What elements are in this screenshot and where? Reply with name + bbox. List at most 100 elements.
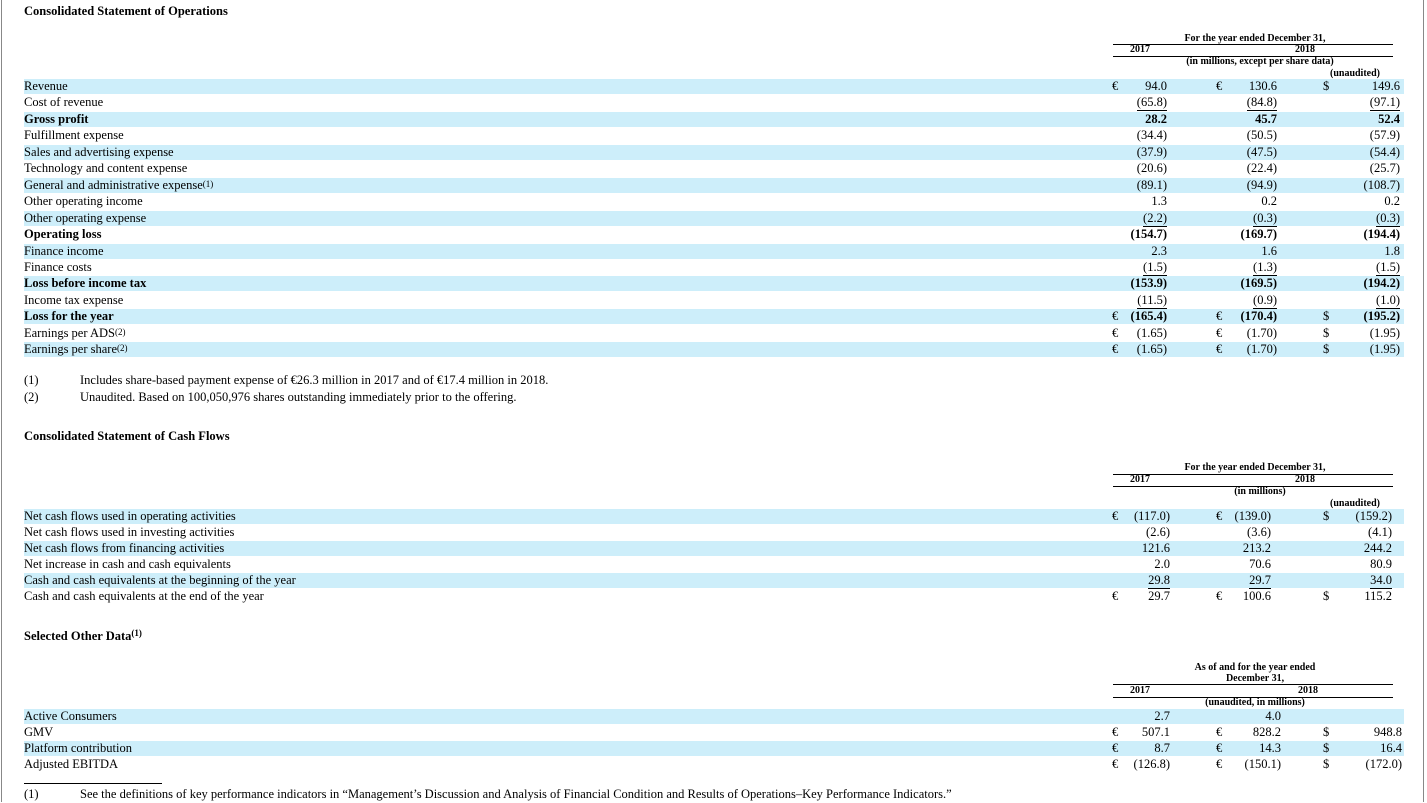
cash-year-2017: 2017 (1130, 474, 1150, 485)
other-units: (unaudited, in millions) (1205, 697, 1305, 708)
row-label: Other operating expense (24, 211, 146, 226)
cell-value: 8.7 (1154, 741, 1170, 755)
row-label: Fulfillment expense (24, 128, 124, 143)
table-row: Other operating income 1.3 0.2 0.2 (24, 194, 1404, 209)
table-row: GMV €507.1 €828.2 $948.8 (24, 725, 1404, 740)
row-label-text: Net cash flows used in investing activit… (24, 525, 235, 539)
cell-value: 121.6 (1141, 541, 1170, 555)
table-row: Net increase in cash and cash equivalent… (24, 557, 1404, 572)
row-label-text: Earnings per ADS (24, 325, 115, 340)
footnote-number: (2) (24, 390, 39, 404)
row-label-text: Technology and content expense (24, 161, 188, 176)
cell-value: 1.8 (1384, 243, 1400, 258)
table-row: Net cash flows used in investing activit… (24, 525, 1404, 540)
cell-value: (139.0) (1234, 509, 1271, 523)
table-row: Finance income 2.3 1.6 1.8 (24, 243, 1404, 259)
other-data-title-footnote-ref: (1) (131, 628, 142, 638)
row-label-text: Platform contribution (24, 741, 132, 755)
currency-symbol: $ (1323, 79, 1330, 93)
cell-value: 0.2 (1261, 194, 1277, 209)
currency-symbol: € (1216, 325, 1223, 340)
row-label-text: Fulfillment expense (24, 128, 124, 143)
cell-value: 130.6 (1248, 79, 1277, 93)
cell-value: 29.8 (1148, 573, 1170, 589)
table-row: Gross profit 28.2 45.7 52.4 (24, 111, 1404, 127)
table-row: Adjusted EBITDA € (126.8) € (150.1) $ (172.0) (24, 757, 1404, 772)
cell-value: (154.7) (1130, 227, 1167, 242)
row-label: Income tax expense (24, 293, 123, 308)
row-label-text: Earnings per share (24, 342, 118, 357)
cell-value: 948.8 (1373, 725, 1402, 739)
row-label-text: Net cash flows used in operating activit… (24, 509, 236, 523)
operations-year-2018: 2018 (1295, 44, 1315, 55)
table-row: Earnings per ADS(2) € (1.65) € (1.70) $ (1.95) (24, 326, 1404, 341)
row-label-text: Sales and advertising expense (24, 144, 174, 159)
row-label-text: Income tax expense (24, 292, 124, 307)
row-label-text: Net cash flows from financing activities (24, 541, 225, 555)
row-label-text: Cash and cash equivalents at the beginni… (24, 573, 296, 587)
table-row: Revenue €94.0 €130.6 $149.6 (24, 79, 1404, 94)
row-label-text: Net increase in cash and cash equivalent… (24, 557, 231, 571)
row-label-text: Finance costs (24, 259, 92, 274)
cell-value: (0.9) (1253, 292, 1277, 309)
other-period-line1: As of and for the year ended (1194, 662, 1316, 673)
cell-value: (108.7) (1363, 177, 1400, 192)
currency-symbol: $ (1323, 309, 1330, 324)
row-label: Net cash flows used in operating activit… (24, 509, 236, 524)
cell-value: (47.5) (1246, 144, 1277, 159)
row-label-text: Cash and cash equivalents at the end of … (24, 589, 264, 603)
cell-value: 94.0 (1145, 79, 1167, 93)
cell-value: (1.65) (1136, 342, 1167, 357)
table-row: Finance costs (1.5) (1.3) (1.5) (24, 260, 1404, 276)
row-label-text: General and administrative expense (24, 177, 203, 192)
row-label-text: Revenue (24, 79, 68, 93)
table-row: Cash and cash equivalents at the beginni… (24, 573, 1404, 589)
cell-value: 213.2 (1242, 541, 1271, 555)
table-row: Other operating expense (2.2) (0.3) (0.3) (24, 210, 1404, 227)
cell-value: (159.2) (1355, 509, 1392, 523)
cash-year-2018: 2018 (1295, 474, 1315, 485)
footnote-text: Unaudited. Based on 100,050,976 shares o… (80, 390, 517, 404)
currency-symbol: € (1112, 309, 1119, 324)
operations-unaudited: (unaudited) (1329, 68, 1380, 79)
footnote-number: (1) (24, 373, 39, 387)
currency-symbol: € (1216, 725, 1223, 739)
cell-value: 16.4 (1380, 741, 1402, 755)
row-label: Sales and advertising expense (24, 145, 174, 160)
row-label-text: Finance income (24, 243, 104, 258)
table-row: Net cash flows from financing activities… (24, 541, 1404, 556)
table-row: Sales and advertising expense (37.9) (47.5… (24, 144, 1404, 160)
row-label: Platform contribution (24, 741, 132, 756)
cell-value: (194.2) (1363, 276, 1400, 291)
cell-value: (37.9) (1136, 144, 1167, 159)
cell-value: (25.7) (1369, 161, 1400, 176)
cell-value: 828.2 (1252, 725, 1281, 739)
row-label-text: Adjusted EBITDA (24, 757, 119, 771)
table-row: Platform contribution €8.7 €14.3 $16.4 (24, 741, 1404, 756)
row-label-text: Cost of revenue (24, 95, 104, 110)
currency-symbol: $ (1323, 509, 1330, 523)
row-label: Gross profit (24, 112, 88, 127)
cell-value: 34.0 (1370, 573, 1392, 589)
table-row: Cash and cash equivalents at the end of … (24, 589, 1404, 604)
currency-symbol: € (1112, 79, 1119, 93)
row-label: Cash and cash equivalents at the beginni… (24, 573, 296, 588)
currency-symbol: € (1216, 509, 1223, 523)
row-label: GMV (24, 725, 53, 740)
cell-value: 115.2 (1364, 589, 1392, 603)
row-label: Cost of revenue (24, 95, 103, 110)
cell-value: (153.9) (1130, 276, 1167, 291)
row-label: Cash and cash equivalents at the end of … (24, 589, 264, 604)
row-label: Finance costs (24, 260, 92, 275)
cell-value: (1.70) (1246, 342, 1277, 357)
row-label: Active Consumers (24, 709, 117, 724)
cell-value: (94.9) (1246, 177, 1277, 192)
other-year-2018: 2018 (1298, 685, 1318, 696)
cell-value: (34.4) (1136, 128, 1167, 143)
cell-value: (1.0) (1376, 292, 1400, 309)
cell-value: (84.8) (1246, 95, 1277, 112)
cell-value: 29.7 (1148, 589, 1170, 603)
row-label: Net cash flows used in investing activit… (24, 525, 234, 540)
other-data-title: Selected Other Data(1) (24, 628, 142, 644)
table-row: Fulfillment expense (34.4) (50.5) (57.9) (24, 128, 1404, 143)
